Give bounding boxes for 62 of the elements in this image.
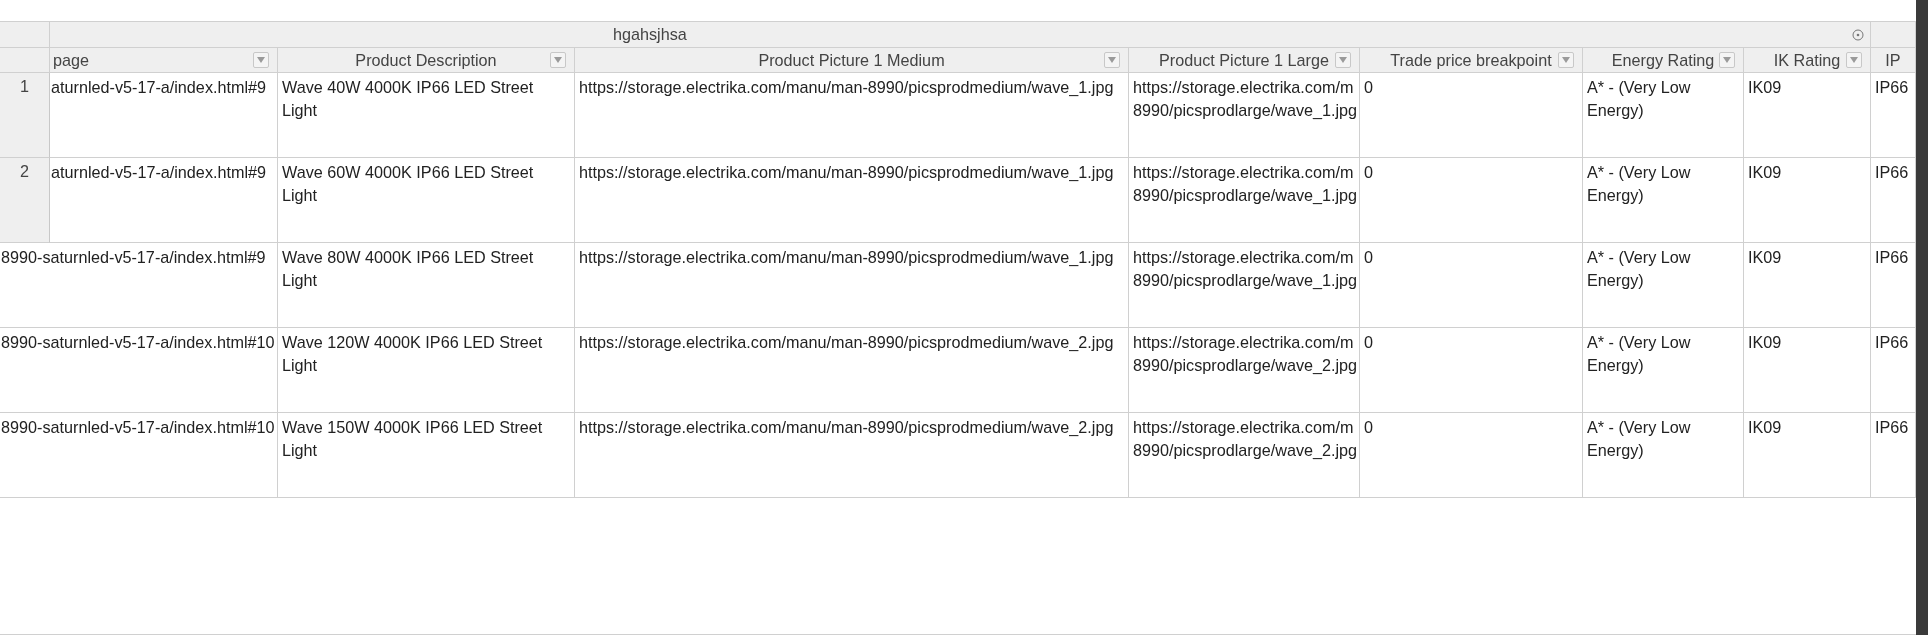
column-title: Product Picture 1 Medium — [758, 50, 945, 70]
table-cell: IK09 — [1744, 243, 1871, 328]
table-cell: 8990-saturnled-v5-17-a/index.html#10 — [0, 413, 278, 498]
table-cell: A* - (Very Low Energy) — [1583, 73, 1744, 158]
table-cell: A* - (Very Low Energy) — [1583, 328, 1744, 413]
table-cell: 0 — [1360, 243, 1583, 328]
column-title: Product Picture 1 Large — [1158, 50, 1330, 70]
filter-button[interactable] — [1846, 52, 1862, 68]
table-cell: 8990-saturnled-v5-17-a/index.html#10 — [0, 328, 278, 413]
table-cell: https://storage.electrika.com/manu/man-8990/picsprodmedium/wave_1.jpg — [575, 243, 1129, 328]
table-cell: 0 — [1360, 413, 1583, 498]
table-cell: A* - (Very Low Energy) — [1583, 158, 1744, 243]
column-title: Trade price breakpoint — [1390, 50, 1552, 70]
caret-icon — [257, 57, 265, 63]
table-cell: IK09 — [1744, 158, 1871, 243]
filter-button[interactable] — [1335, 52, 1351, 68]
table-cell: 0 — [1360, 73, 1583, 158]
filter-button[interactable] — [1558, 52, 1574, 68]
table-cell: aturnled-v5-17-a/index.html#9 — [50, 73, 278, 158]
caret-icon — [1562, 57, 1570, 63]
filter-button[interactable] — [1104, 52, 1120, 68]
table-cell: 8990-saturnled-v5-17-a/index.html#9 — [0, 243, 278, 328]
table-cell: Wave 80W 4000K IP66 LED Street Light — [278, 243, 575, 328]
caret-icon — [1339, 57, 1347, 63]
table-cell: A* - (Very Low Energy) — [1583, 413, 1744, 498]
table-cell: IK09 — [1744, 413, 1871, 498]
table-cell: IK09 — [1744, 328, 1871, 413]
filter-button[interactable] — [253, 52, 269, 68]
caret-icon — [554, 57, 562, 63]
table-cell: Wave 40W 4000K IP66 LED Street Light — [278, 73, 575, 158]
circle-dot-icon[interactable] — [1852, 28, 1864, 41]
table-cell: https://storage.electrika.com/manu/man-8990/picsprodmedium/wave_1.jpg — [575, 73, 1129, 158]
table-cell: https://storage.electrika.com/m 8990/picsprodlarge/wave_1.jpg — [1129, 158, 1360, 243]
row-number: 2 — [0, 158, 50, 243]
table-cell: https://storage.electrika.com/manu/man-8990/picsprodmedium/wave_2.jpg — [575, 413, 1129, 498]
table-cell: 0 — [1360, 328, 1583, 413]
row-number: 1 — [0, 73, 50, 158]
table-cell: https://storage.electrika.com/m 8990/picsprodlarge/wave_2.jpg — [1129, 328, 1360, 413]
table-cell: https://storage.electrika.com/manu/man-8990/picsprodmedium/wave_1.jpg — [575, 158, 1129, 243]
column-title: IK Rating — [1773, 50, 1841, 70]
table-cell: aturnled-v5-17-a/index.html#9 — [50, 158, 278, 243]
table-cell: Wave 120W 4000K IP66 LED Street Light — [278, 328, 575, 413]
table-cell: https://storage.electrika.com/manu/man-8990/picsprodmedium/wave_2.jpg — [575, 328, 1129, 413]
table-cell: A* - (Very Low Energy) — [1583, 243, 1744, 328]
group-title: hgahsjhsa — [613, 25, 687, 44]
table-cell: 0 — [1360, 158, 1583, 243]
caret-icon — [1108, 57, 1116, 63]
table-cell: Wave 150W 4000K IP66 LED Street Light — [278, 413, 575, 498]
table-cell: https://storage.electrika.com/m 8990/picsprodlarge/wave_1.jpg — [1129, 73, 1360, 158]
table-cell: https://storage.electrika.com/m 8990/picsprodlarge/wave_2.jpg — [1129, 413, 1360, 498]
column-title: IP — [1885, 50, 1901, 70]
table-cell: Wave 60W 4000K IP66 LED Street Light — [278, 158, 575, 243]
caret-icon — [1723, 57, 1731, 63]
column-title: Energy Rating — [1611, 50, 1715, 70]
column-title: Product Description — [355, 50, 497, 70]
caret-icon — [1850, 57, 1858, 63]
table-cell: IK09 — [1744, 73, 1871, 158]
filter-button[interactable] — [1719, 52, 1735, 68]
scrollbar[interactable] — [1916, 0, 1928, 635]
filter-button[interactable] — [550, 52, 566, 68]
table-cell: https://storage.electrika.com/m 8990/picsprodlarge/wave_1.jpg — [1129, 243, 1360, 328]
column-title: page — [53, 50, 89, 70]
